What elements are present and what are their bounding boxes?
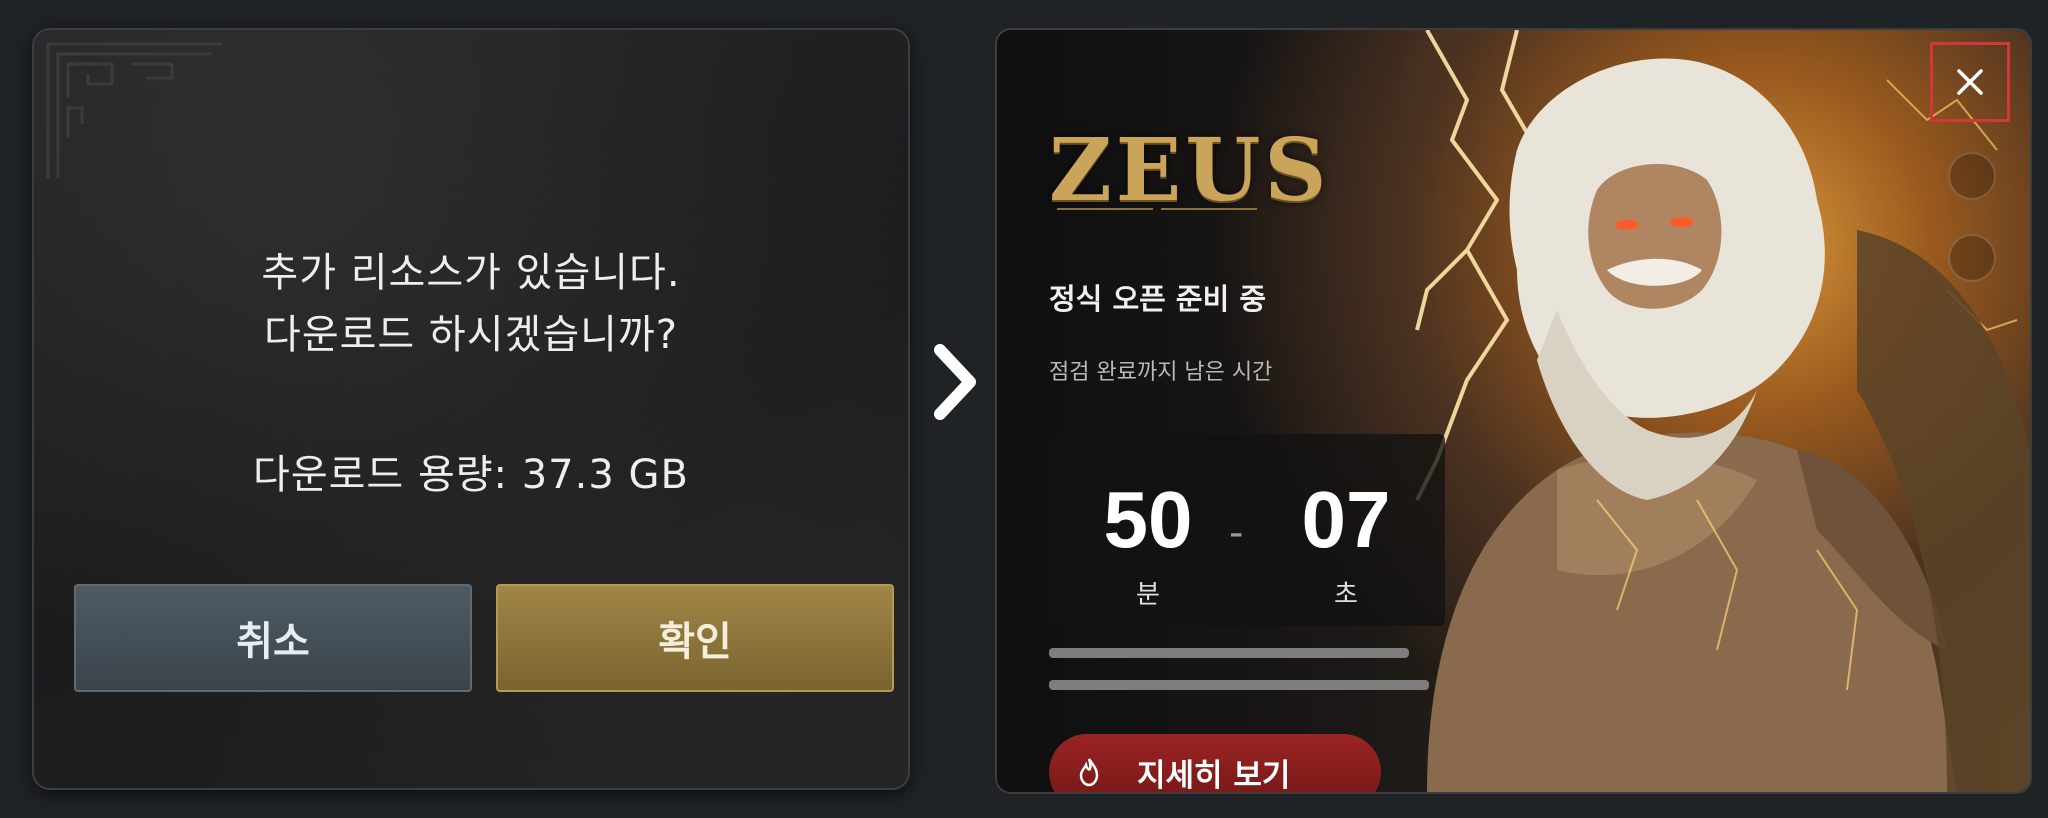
zeus-logo: ZEUS xyxy=(1049,120,1331,221)
corner-ornament-icon xyxy=(46,42,222,178)
close-button[interactable] xyxy=(1930,42,2010,122)
promo-subtitle: 점검 완료까지 남은 시간 xyxy=(1049,360,1273,385)
cancel-button[interactable]: 취소 xyxy=(74,584,472,692)
side-profile-icon[interactable] xyxy=(1948,234,1996,282)
download-size-label: 다운로드 용량: 37.3 GB xyxy=(253,452,689,498)
timer-minutes-value: 50 xyxy=(1103,475,1193,564)
download-message: 추가 리소스가 있습니다. 다운로드 하시겠습니까? xyxy=(34,242,908,366)
timer-minutes: 50 분 xyxy=(1049,434,1247,626)
side-menu-icon[interactable] xyxy=(1948,152,1996,200)
confirm-button[interactable]: 확인 xyxy=(496,584,894,692)
timer-seconds-value: 07 xyxy=(1301,475,1391,564)
timer-separator: - xyxy=(1229,510,1244,556)
timer-minutes-unit: 분 xyxy=(1136,580,1160,610)
promo-title: 정식 오픈 준비 중 xyxy=(1049,282,1267,316)
promo-panel: ZEUS 정식 오픈 준비 중 점검 완료까지 남은 시간 50 분 - 07 … xyxy=(995,28,2032,794)
timer-seconds: 07 초 xyxy=(1247,434,1445,626)
blurred-text-icon xyxy=(1049,648,1429,690)
timer-seconds-unit: 초 xyxy=(1334,580,1358,610)
details-button[interactable]: 지세히 보기 xyxy=(1049,734,1381,794)
download-message-line1: 추가 리소스가 있습니다. xyxy=(261,250,681,296)
details-button-label: 지세히 보기 xyxy=(1137,757,1291,794)
chevron-right-icon xyxy=(934,344,976,420)
download-message-line2: 다운로드 하시겠습니까? xyxy=(264,312,678,358)
close-icon xyxy=(1957,69,1983,95)
logo-underline xyxy=(1057,208,1257,210)
download-dialog: 추가 리소스가 있습니다. 다운로드 하시겠습니까? 다운로드 용량: 37.3… xyxy=(32,28,910,790)
flame-icon xyxy=(1079,758,1099,787)
fine-print-blurred xyxy=(1049,642,1449,713)
